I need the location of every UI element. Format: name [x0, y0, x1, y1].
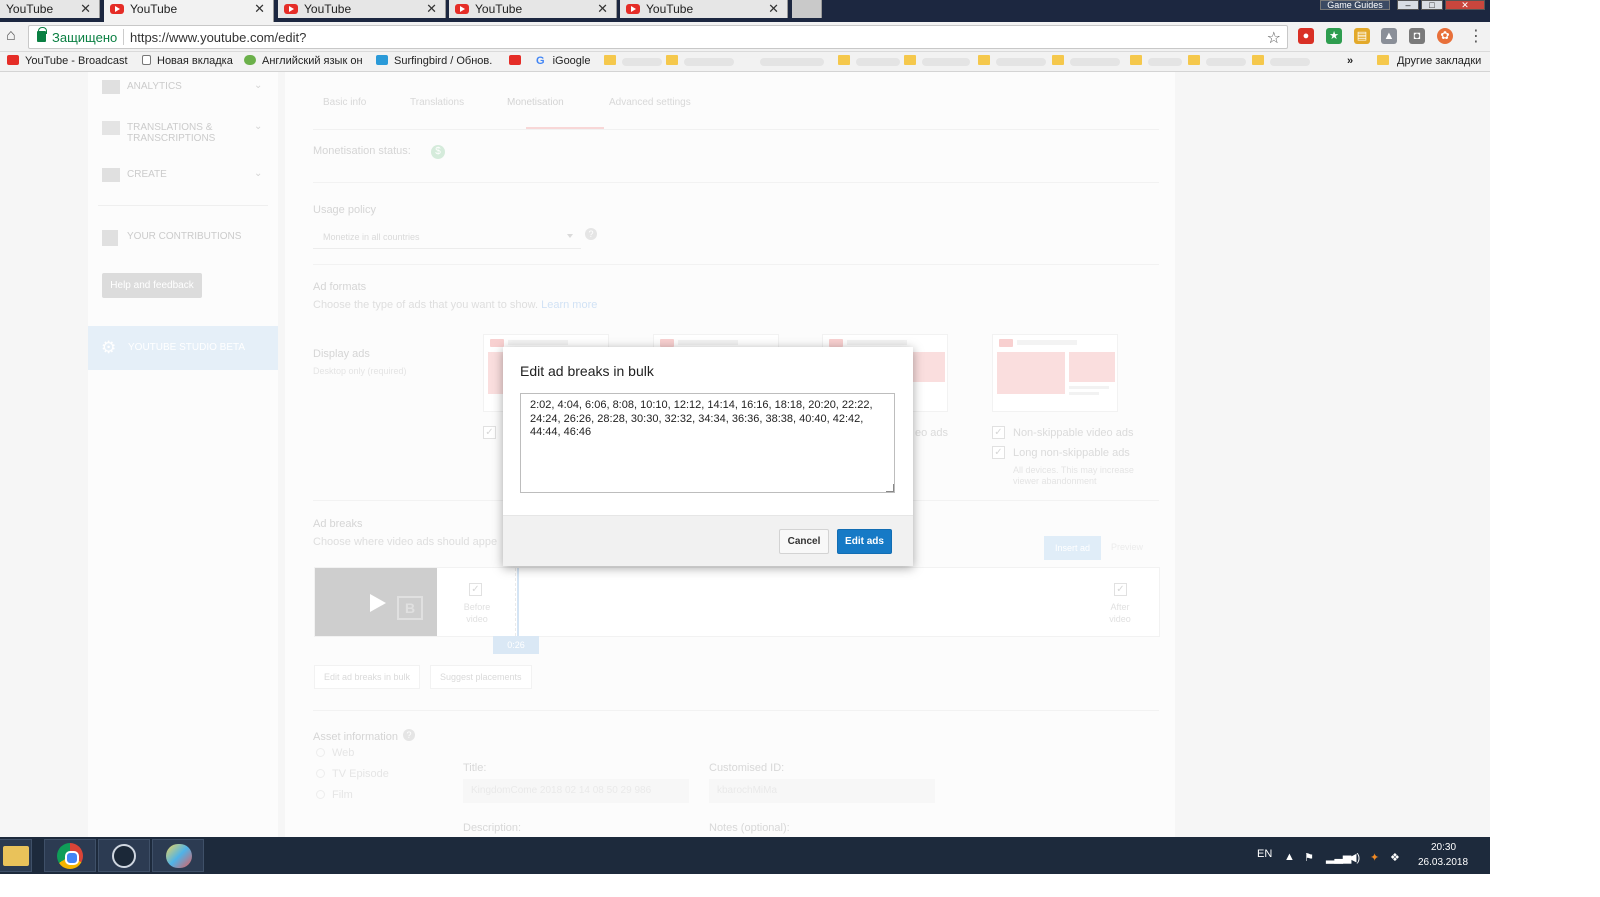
folder-icon	[904, 55, 916, 65]
windows-taskbar: EN 20:30 26.03.2018	[0, 837, 1490, 874]
bookmark-item[interactable]: Английский язык он	[244, 55, 363, 67]
dialog-title: Edit ad breaks in bulk	[520, 363, 654, 379]
folder-icon	[838, 55, 850, 65]
browser-menu-icon[interactable]: ⋮	[1468, 26, 1484, 46]
taskbar-explorer[interactable]	[0, 839, 32, 872]
youtube-icon	[7, 55, 19, 65]
bookmark-folder[interactable]	[666, 55, 678, 67]
folder-icon	[604, 55, 616, 65]
folder-icon	[3, 846, 29, 866]
bookmark-item[interactable]	[509, 55, 527, 67]
other-bookmarks[interactable]: Другие закладки	[1377, 55, 1481, 67]
tray-expand-icon[interactable]: ▲	[1284, 851, 1295, 863]
tab-strip: YouTube ✕ YouTube ✕ YouTube ✕ YouTube ✕ …	[0, 0, 1490, 22]
folder-icon	[1130, 55, 1142, 65]
new-tab-button[interactable]	[792, 0, 822, 18]
youtube-icon	[110, 4, 124, 14]
bookmark-folder[interactable]	[1188, 55, 1200, 67]
page-icon	[142, 55, 151, 65]
bookmark-folder[interactable]	[1130, 55, 1142, 67]
taskbar-steam[interactable]	[98, 839, 150, 872]
tab-title: YouTube	[6, 2, 54, 16]
tab-close-icon[interactable]: ✕	[80, 1, 91, 17]
youtube-icon	[284, 4, 298, 14]
bookmark-star-icon[interactable]: ☆	[1267, 28, 1281, 48]
action-center-flag-icon[interactable]: ⚑	[1304, 851, 1314, 864]
tab-title: YouTube	[475, 2, 523, 16]
clock-date[interactable]: 26.03.2018	[1418, 857, 1468, 868]
browser-tab[interactable]: YouTube ✕	[620, 0, 788, 18]
youtube-icon	[626, 4, 640, 14]
folder-icon	[1188, 55, 1200, 65]
ad-breaks-textarea[interactable]	[520, 393, 895, 493]
folder-icon	[666, 55, 678, 65]
folder-icon	[1377, 55, 1389, 65]
extension-adblock-icon[interactable]: ●	[1298, 28, 1314, 44]
lock-icon	[37, 27, 47, 42]
close-window-icon[interactable]: ✕	[1445, 0, 1485, 10]
paint-icon	[166, 844, 192, 868]
clock-time[interactable]: 20:30	[1431, 842, 1456, 853]
bird-icon	[376, 55, 388, 65]
bookmark-item[interactable]: YouTube - Broadcast	[7, 55, 128, 67]
maximize-icon[interactable]: □	[1421, 0, 1443, 10]
extension-camera-icon[interactable]: ◘	[1409, 28, 1425, 44]
folder-icon	[1252, 55, 1264, 65]
tab-title: YouTube	[304, 2, 352, 16]
tab-title: YouTube	[130, 2, 178, 16]
resize-handle-icon[interactable]	[886, 484, 894, 492]
bookmark-item[interactable]: Surfingbird / Обнов.	[376, 55, 492, 67]
browser-tab[interactable]: YouTube ✕	[278, 0, 446, 18]
tab-close-icon[interactable]: ✕	[426, 1, 437, 17]
bookmark-folder[interactable]	[604, 55, 616, 67]
bookmark-folder[interactable]	[978, 55, 990, 67]
bookmark-folder[interactable]	[1052, 55, 1064, 67]
dropbox-icon[interactable]: ❖	[1390, 851, 1400, 864]
address-bar-row: ⌂ Защищено https://www.youtube.com/edit?…	[0, 22, 1490, 52]
tab-close-icon[interactable]: ✕	[768, 1, 779, 17]
cancel-button[interactable]: Cancel	[779, 529, 829, 554]
edit-ad-breaks-dialog: Edit ad breaks in bulk Cancel Edit ads	[503, 347, 913, 566]
steam-icon	[112, 844, 136, 868]
taskbar-chrome[interactable]	[44, 839, 96, 872]
browser-tab[interactable]: YouTube ✕	[449, 0, 617, 18]
game-guides-badge[interactable]: Game Guides	[1320, 0, 1390, 10]
bookmarks-bar: YouTube - Broadcast Новая вкладка Англий…	[0, 52, 1490, 72]
chrome-icon	[57, 843, 83, 869]
bookmark-folder[interactable]	[1252, 55, 1264, 67]
volume-icon[interactable]: ◀)	[1348, 851, 1360, 864]
secure-label: Защищено	[52, 30, 118, 45]
extension-notes-icon[interactable]: ▤	[1354, 28, 1370, 44]
extension-green-icon[interactable]: ★	[1326, 28, 1342, 44]
tab-close-icon[interactable]: ✕	[254, 1, 265, 17]
bookmarks-overflow-button[interactable]: »	[1347, 55, 1353, 67]
bookmark-folder[interactable]	[904, 55, 916, 67]
tab-title: YouTube	[646, 2, 694, 16]
extension-color-icon[interactable]: ✿	[1437, 28, 1453, 44]
browser-tab-active[interactable]: YouTube ✕	[104, 0, 274, 22]
extension-drive-icon[interactable]: ▲	[1381, 28, 1397, 44]
edit-ads-button[interactable]: Edit ads	[837, 529, 892, 554]
bookmark-folder[interactable]	[838, 55, 850, 67]
fox-icon[interactable]: ✦	[1370, 851, 1379, 864]
google-icon: G	[536, 55, 545, 67]
tab-close-icon[interactable]: ✕	[597, 1, 608, 17]
omnibox[interactable]: Защищено https://www.youtube.com/edit? ☆	[28, 25, 1288, 49]
leaf-icon	[244, 55, 256, 65]
url-text[interactable]: https://www.youtube.com/edit?	[130, 30, 306, 45]
bookmark-item[interactable]: Новая вкладка	[142, 55, 233, 67]
taskbar-paint[interactable]	[152, 839, 204, 872]
dialog-footer: Cancel Edit ads	[503, 515, 913, 566]
folder-icon	[978, 55, 990, 65]
minimize-icon[interactable]: –	[1397, 0, 1419, 10]
browser-tab[interactable]: YouTube ✕	[0, 0, 100, 18]
home-icon[interactable]: ⌂	[6, 28, 22, 44]
folder-icon	[1052, 55, 1064, 65]
language-indicator[interactable]: EN	[1257, 848, 1272, 860]
youtube-icon	[509, 55, 521, 65]
bookmark-item[interactable]: GiGoogle	[536, 55, 590, 67]
youtube-icon	[455, 4, 469, 14]
